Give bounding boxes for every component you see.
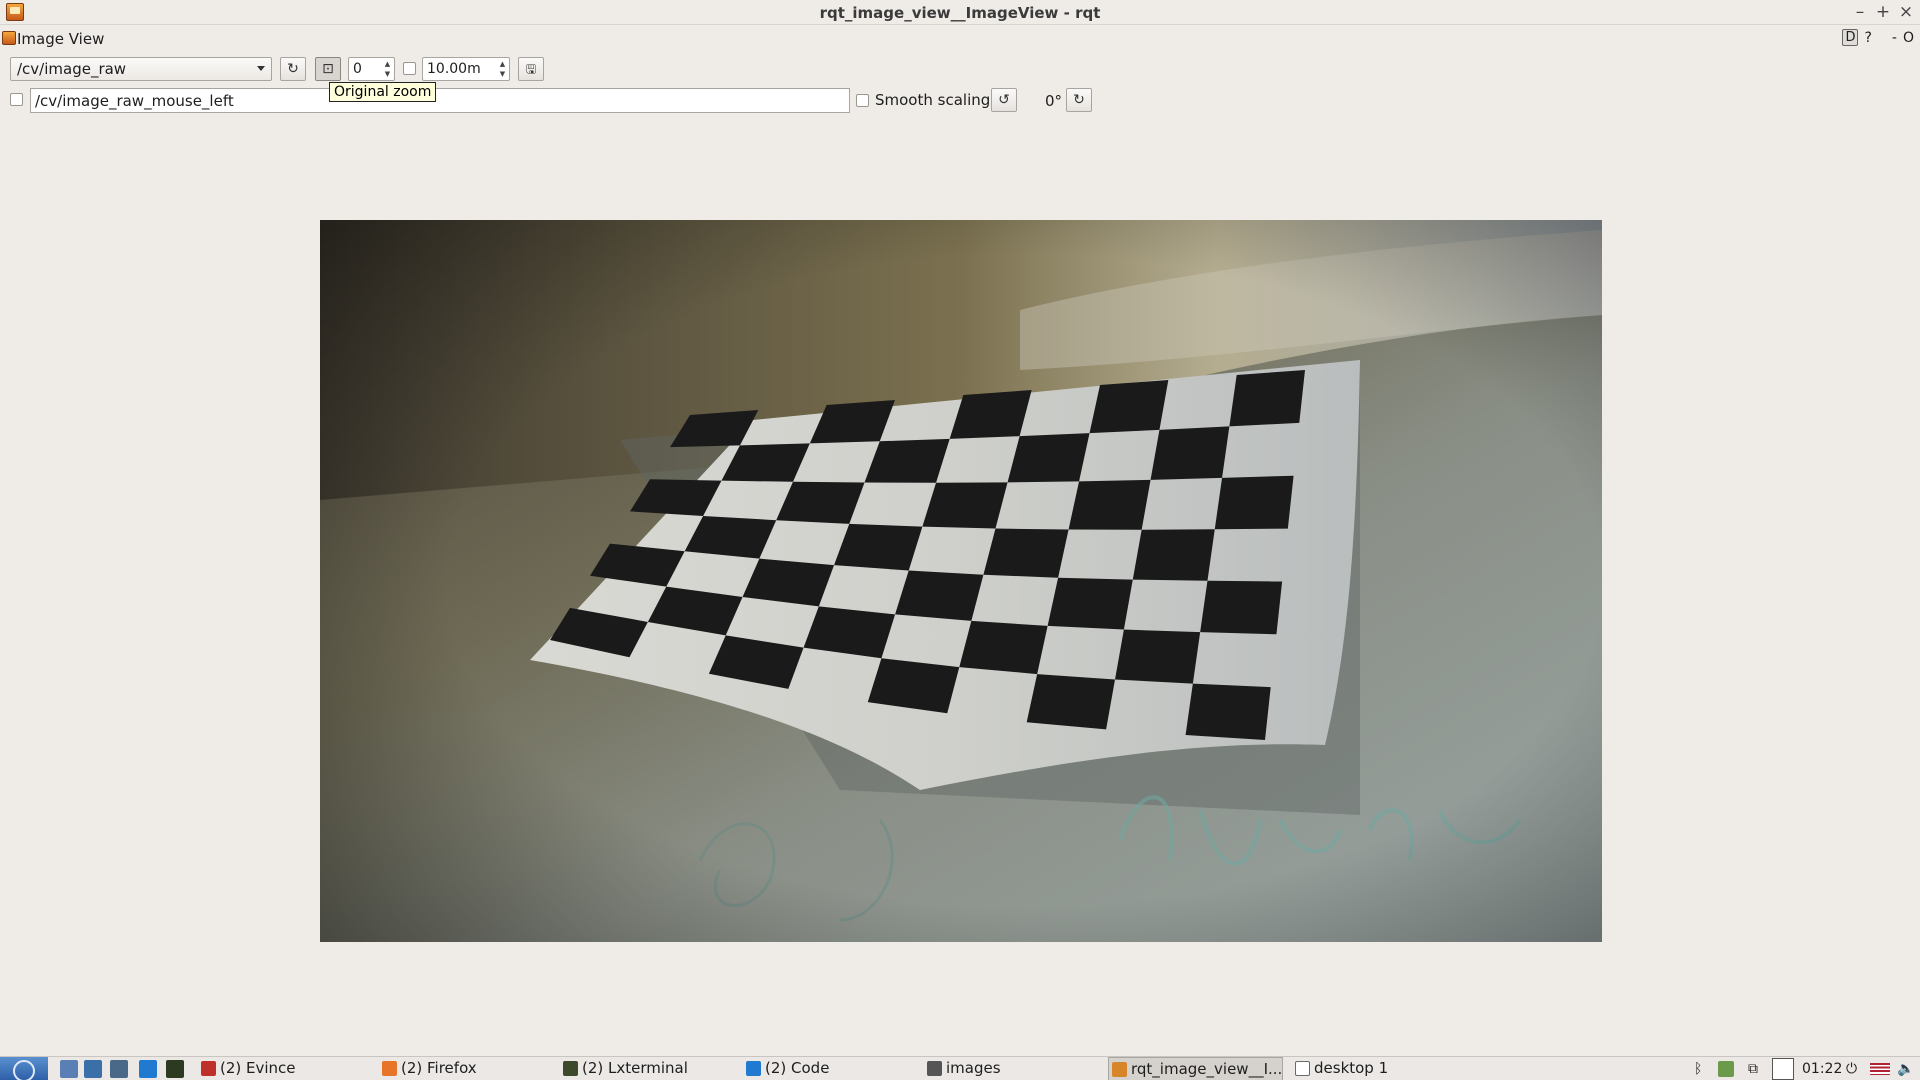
refresh-topics-button[interactable]: ↻ <box>280 57 306 81</box>
folder-icon <box>927 1061 942 1076</box>
image-view-icon <box>2 31 16 45</box>
timeout-spinbox-value: 10.00m <box>427 61 481 77</box>
vscode-launcher-icon[interactable] <box>139 1060 157 1078</box>
rotate-left-icon: ↺ <box>998 92 1010 108</box>
keyboard-layout-flag-icon[interactable] <box>1870 1063 1890 1075</box>
dock-title-bar: Image View D ? - O <box>0 28 1920 50</box>
save-icon: 🖫 <box>525 62 537 76</box>
window-title: rqt_image_view__ImageView - rqt <box>819 4 1101 22</box>
vscode-icon <box>746 1061 761 1076</box>
terminal-launcher-icon[interactable] <box>166 1060 184 1078</box>
rotate-right-button[interactable]: ↻ <box>1066 88 1092 112</box>
zoom-icon: ⊡ <box>322 61 334 77</box>
network-icon[interactable]: ⧉ <box>1748 1057 1758 1080</box>
volume-icon[interactable]: 🔈 <box>1897 1057 1914 1080</box>
power-icon[interactable]: ⏻ <box>1846 1057 1857 1080</box>
task-firefox[interactable]: (2) Firefox <box>379 1057 554 1080</box>
camera-image-view[interactable] <box>320 220 1602 942</box>
smooth-scaling-checkbox[interactable] <box>856 94 869 107</box>
mouse-topic-value: /cv/image_raw_mouse_left <box>35 92 234 110</box>
evince-icon <box>201 1061 216 1076</box>
task-evince[interactable]: (2) Evince <box>198 1057 373 1080</box>
original-zoom-tooltip: Original zoom <box>329 82 437 102</box>
task-label: (2) Lxterminal <box>582 1059 688 1077</box>
timeout-spinbox[interactable]: 10.00m ▲ ▼ <box>422 57 510 81</box>
topic-combobox[interactable]: /cv/image_raw <box>10 57 272 81</box>
dock-minimize-button[interactable]: - <box>1892 30 1897 46</box>
chevron-down-icon <box>257 66 265 71</box>
number-spinbox[interactable]: 0 ▲ ▼ <box>348 57 395 81</box>
bluetooth-icon[interactable]: ᛒ <box>1694 1057 1702 1080</box>
task-desktop[interactable]: desktop 1 <box>1292 1057 1422 1080</box>
desktop-icon <box>1295 1061 1310 1076</box>
clock[interactable]: 01:22 <box>1802 1057 1842 1080</box>
dock-float-button[interactable]: O <box>1903 30 1914 46</box>
refresh-icon: ↻ <box>287 61 299 77</box>
topic-combobox-value: /cv/image_raw <box>17 60 127 78</box>
rotate-left-button[interactable]: ↺ <box>991 88 1017 112</box>
task-code[interactable]: (2) Code <box>743 1057 918 1080</box>
taskbar: (2) Evince (2) Firefox (2) Lxterminal (2… <box>0 1056 1920 1080</box>
save-image-button[interactable]: 🖫 <box>518 57 544 81</box>
spin-arrows-icon[interactable]: ▲ ▼ <box>382 59 393 79</box>
rotate-right-icon: ↻ <box>1073 92 1085 108</box>
dock-d-button[interactable]: D <box>1842 29 1859 46</box>
task-label: (2) Evince <box>220 1059 296 1077</box>
dock-buttons: D ? - O <box>1842 29 1914 46</box>
task-lxterminal[interactable]: (2) Lxterminal <box>560 1057 735 1080</box>
task-rqt-image-view[interactable]: rqt_image_view__I... <box>1108 1057 1283 1080</box>
file-manager-launcher-icon[interactable] <box>60 1060 78 1078</box>
checkerboard-camera-image <box>320 220 1602 942</box>
window-titlebar: rqt_image_view__ImageView - rqt – + × <box>0 0 1920 25</box>
task-images[interactable]: images <box>924 1057 1099 1080</box>
rotation-label: 0° <box>1045 92 1063 110</box>
dock-help-button[interactable]: ? <box>1864 30 1871 46</box>
original-zoom-button[interactable]: ⊡ <box>315 57 341 81</box>
dock-title: Image View <box>17 30 105 48</box>
start-menu-button[interactable] <box>0 1057 48 1080</box>
task-label: images <box>946 1059 1001 1077</box>
timeout-checkbox[interactable] <box>403 62 416 75</box>
task-label: desktop 1 <box>1314 1059 1389 1077</box>
publish-click-checkbox[interactable] <box>10 93 23 106</box>
task-label: (2) Firefox <box>401 1059 477 1077</box>
number-spinbox-value: 0 <box>353 61 362 77</box>
cpu-monitor-icon <box>1772 1058 1794 1080</box>
window-switcher-icon[interactable] <box>110 1060 128 1078</box>
battery-icon[interactable] <box>1718 1061 1734 1077</box>
terminal-icon <box>563 1061 578 1076</box>
desktop-launcher-icon[interactable] <box>84 1060 102 1078</box>
close-button[interactable]: × <box>1896 1 1916 23</box>
rqt-icon <box>1112 1062 1127 1077</box>
task-label: rqt_image_view__I... <box>1131 1060 1283 1078</box>
minimize-button[interactable]: – <box>1850 1 1870 23</box>
mouse-topic-input[interactable]: /cv/image_raw_mouse_left <box>30 88 850 113</box>
task-label: (2) Code <box>765 1059 830 1077</box>
firefox-icon <box>382 1061 397 1076</box>
spin-arrows-icon[interactable]: ▲ ▼ <box>497 59 508 79</box>
maximize-button[interactable]: + <box>1873 1 1893 23</box>
smooth-scaling-label: Smooth scaling <box>875 91 991 109</box>
